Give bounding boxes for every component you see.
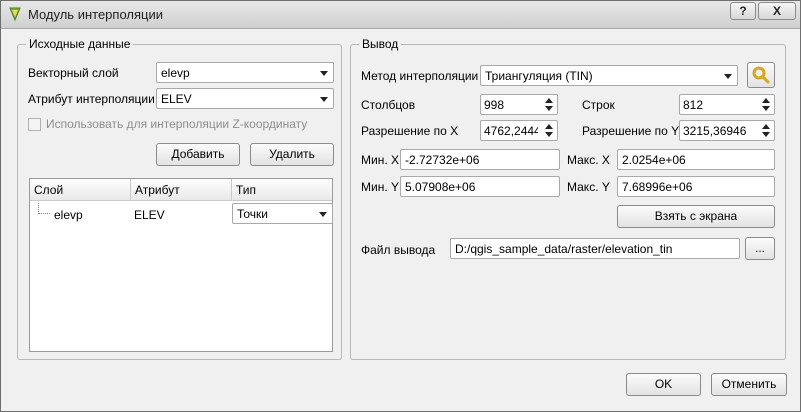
qgis-logo-icon: [7, 6, 23, 22]
row-type-combo[interactable]: Точки: [232, 203, 333, 224]
vector-layer-label: Векторный слой: [28, 66, 119, 80]
use-z-label: Использовать для интерполяции Z-координа…: [46, 117, 308, 131]
cancel-button[interactable]: Отменить: [711, 373, 787, 396]
chevron-down-icon: [319, 212, 327, 217]
chevron-down-icon: [320, 97, 328, 102]
input-data-group: Исходные данные Векторный слой elevp Атр…: [17, 37, 342, 360]
input-group-title: Исходные данные: [26, 37, 134, 51]
output-file-field[interactable]: [450, 238, 740, 259]
column-header-layer[interactable]: Слой: [30, 179, 131, 201]
interpolation-attribute-label: Атрибут интерполяции: [28, 92, 155, 106]
output-group-title: Вывод: [359, 37, 402, 51]
window-title: Модуль интерполяции: [28, 7, 163, 22]
max-y-label: Макс. Y: [567, 180, 610, 194]
resolution-x-input[interactable]: [481, 121, 541, 140]
rows-label: Строк: [582, 98, 615, 112]
layers-table: Слой Атрибут Тип elevp ELEV Точки: [29, 178, 333, 352]
wrench-icon: [752, 66, 770, 84]
columns-input[interactable]: [481, 95, 541, 114]
columns-label: Столбцов: [361, 98, 416, 112]
resolution-x-label: Разрешение по X: [361, 124, 459, 138]
row-attribute-cell: ELEV: [134, 208, 165, 222]
chevron-down-icon: [320, 71, 328, 76]
min-y-input[interactable]: [401, 177, 559, 196]
min-y-field[interactable]: [400, 176, 560, 197]
interpolation-attribute-value: ELEV: [161, 92, 192, 106]
output-file-label: Файл вывода: [361, 243, 436, 257]
columns-spinbox[interactable]: [480, 94, 558, 115]
table-header: Слой Атрибут Тип: [30, 179, 332, 201]
min-x-input[interactable]: [401, 150, 559, 169]
rows-spinbox[interactable]: [679, 94, 775, 115]
min-x-field[interactable]: [400, 149, 560, 170]
row-layer-cell: elevp: [54, 208, 83, 222]
spin-down-icon[interactable]: [759, 130, 773, 139]
ok-button[interactable]: OK: [626, 373, 701, 396]
add-button[interactable]: Добавить: [156, 143, 240, 166]
tree-branch-line: [38, 203, 50, 214]
column-header-type[interactable]: Тип: [232, 179, 334, 201]
vector-layer-combo[interactable]: elevp: [156, 62, 334, 83]
resolution-y-spinbox[interactable]: [679, 120, 775, 141]
output-group: Вывод Метод интерполяции Триангуляция (T…: [350, 37, 786, 360]
from-canvas-button[interactable]: Взять с экрана: [617, 205, 775, 228]
chevron-down-icon: [724, 74, 732, 79]
max-x-field[interactable]: [617, 149, 775, 170]
resolution-x-spinbox[interactable]: [480, 120, 558, 141]
spin-down-icon[interactable]: [759, 104, 773, 113]
interpolation-method-label: Метод интерполяции: [361, 69, 479, 83]
rows-input[interactable]: [680, 95, 758, 114]
interpolation-method-combo[interactable]: Триангуляция (TIN): [480, 65, 738, 86]
interpolation-dialog: Модуль интерполяции ? X Исходные данные …: [0, 0, 801, 412]
vector-layer-value: elevp: [161, 66, 190, 80]
min-x-label: Мин. X: [361, 153, 399, 167]
remove-button[interactable]: Удалить: [250, 143, 334, 166]
max-y-field[interactable]: [617, 176, 775, 197]
help-button[interactable]: ?: [730, 2, 756, 20]
column-header-attribute[interactable]: Атрибут: [131, 179, 232, 201]
interpolation-attribute-combo[interactable]: ELEV: [156, 88, 334, 109]
title-bar: Модуль интерполяции ? X: [1, 1, 800, 29]
row-type-value: Точки: [237, 207, 269, 221]
use-z-checkbox[interactable]: [28, 118, 41, 131]
max-x-label: Макс. X: [567, 153, 610, 167]
spin-down-icon[interactable]: [542, 104, 556, 113]
spin-down-icon[interactable]: [542, 130, 556, 139]
resolution-y-label: Разрешение по Y: [582, 124, 680, 138]
max-x-input[interactable]: [618, 150, 774, 169]
output-file-input[interactable]: [451, 239, 739, 258]
resolution-y-input[interactable]: [680, 121, 758, 140]
browse-button[interactable]: ...: [745, 237, 775, 260]
min-y-label: Мин. Y: [361, 180, 399, 194]
max-y-input[interactable]: [618, 177, 774, 196]
close-button[interactable]: X: [758, 2, 796, 20]
interpolation-method-value: Триангуляция (TIN): [485, 69, 593, 83]
configure-method-button[interactable]: [747, 62, 775, 88]
